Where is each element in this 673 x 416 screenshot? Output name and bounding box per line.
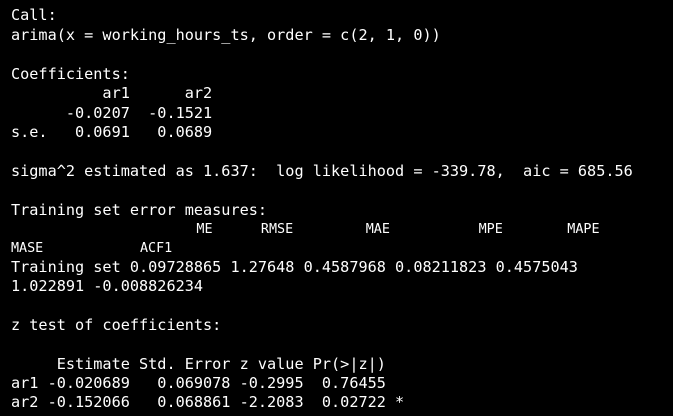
sigma-loglik-aic-line: sigma^2 estimated as 1.637: log likeliho… — [11, 162, 633, 180]
error-measures-row: Training set 0.09728865 1.27648 0.458796… — [11, 258, 578, 276]
r-console-output: Call: arima(x = working_hours_ts, order … — [0, 0, 673, 416]
call-header: Call: — [11, 6, 57, 24]
z-test-row-ar2: ar2 -0.152066 0.068861 -2.2083 0.02722 * — [11, 393, 405, 411]
error-measures-columns-wrapped: MASE ACF1 — [11, 241, 173, 256]
coefficient-standard-errors: s.e. 0.0691 0.0689 — [11, 123, 213, 141]
coefficient-values: -0.0207 -0.1521 — [11, 104, 213, 122]
error-measures-header: Training set error measures: — [11, 201, 268, 219]
z-test-row-ar1: ar1 -0.020689 0.069078 -0.2995 0.76455 — [11, 374, 386, 392]
error-measures-columns: ME RMSE MAE MPE MAPE — [11, 222, 600, 237]
error-measures-row-wrapped: 1.022891 -0.008826234 — [11, 277, 204, 295]
coefficients-header: Coefficients: — [11, 65, 130, 83]
z-test-columns: Estimate Std. Error z value Pr(>|z|) — [11, 355, 386, 373]
coefficient-names: ar1 ar2 — [11, 84, 213, 102]
call-expression: arima(x = working_hours_ts, order = c(2,… — [11, 26, 441, 44]
z-test-header: z test of coefficients: — [11, 316, 222, 334]
